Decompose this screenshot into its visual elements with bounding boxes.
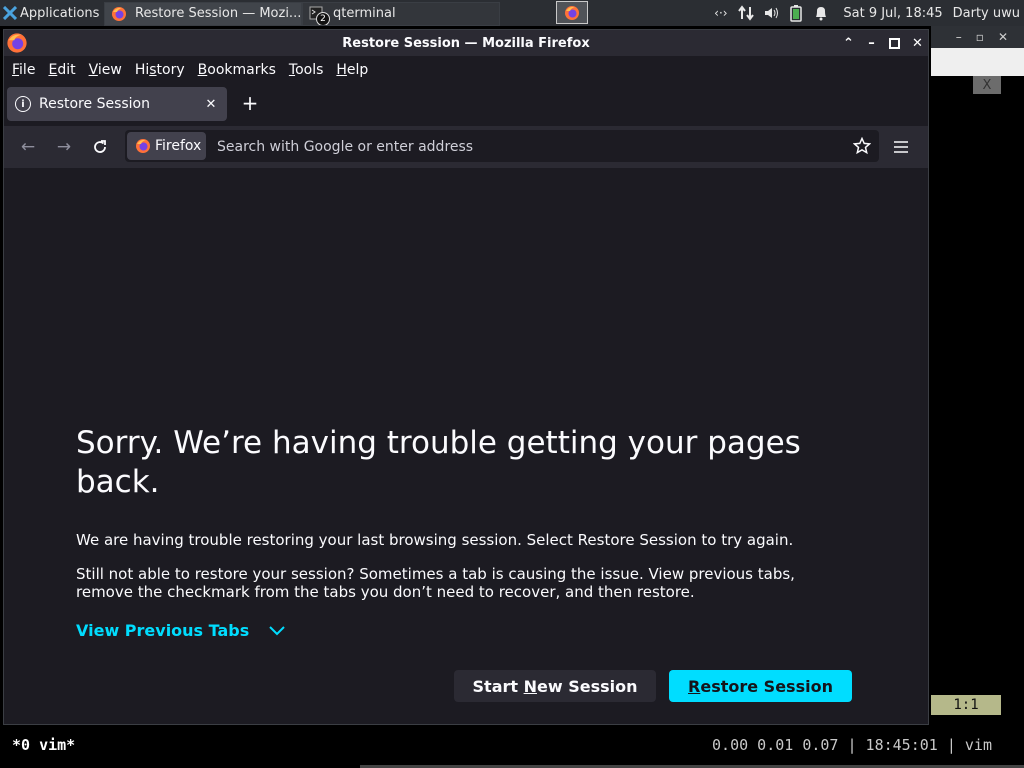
taskbar-badge: 2 — [316, 11, 330, 25]
info-icon: i — [15, 96, 31, 112]
menu-help-label: elp — [346, 61, 369, 78]
minimize-icon[interactable]: – — [956, 30, 962, 44]
menu-file-label: ile — [19, 61, 36, 78]
bell-icon[interactable] — [808, 0, 833, 26]
restore-session-button[interactable]: Restore Session — [669, 670, 852, 702]
menu-file[interactable]: File — [12, 62, 42, 78]
taskbar-qterminal-label: qterminal — [333, 6, 396, 21]
menu-bookmarks[interactable]: Bookmarks — [198, 62, 283, 78]
top-panel: Applications ⋮ Restore Session — Mozi...… — [0, 0, 1024, 26]
tmux-status-right: 0.00 0.01 0.07 | 18:45:01 | vim — [712, 736, 992, 754]
tab-strip: i Restore Session ✕ + — [4, 83, 928, 126]
description-paragraph: We are having trouble restoring your las… — [76, 531, 794, 549]
back-arrow-icon[interactable]: ← — [16, 135, 40, 159]
terminal-titlebar: – ▫ ✕ — [931, 26, 1024, 48]
firefox-icon — [564, 5, 580, 21]
menu-edit-mnemonic: E — [48, 61, 58, 78]
firefox-icon — [6, 32, 28, 54]
taskbar-qterminal[interactable]: 2 qterminal — [302, 1, 500, 26]
menu-edit[interactable]: Edit — [48, 62, 82, 78]
start-new-session-mnemonic: N — [523, 676, 537, 696]
start-new-session-label-pre: Start — [472, 676, 524, 696]
view-previous-tabs-label: View Previous Tabs — [76, 621, 250, 640]
url-bar: Firefox — [125, 130, 879, 164]
menu-help[interactable]: Help — [336, 62, 375, 78]
battery-icon[interactable] — [783, 0, 808, 26]
menu-file-mnemonic: F — [12, 61, 20, 78]
menu-view[interactable]: View — [89, 62, 129, 78]
url-input[interactable] — [215, 130, 819, 164]
panel-user[interactable]: Darty uwu — [953, 6, 1024, 21]
menu-bookmarks-mnemonic: B — [197, 61, 208, 78]
page-title: Sorry. We’re having trouble getting your… — [76, 425, 801, 500]
applications-label: Applications — [20, 5, 100, 21]
tmux-status-bar: *0 vim* 0.00 0.01 0.07 | 18:45:01 | vim — [0, 729, 1024, 768]
navigation-toolbar: ← → Firefox — [4, 126, 928, 168]
close-icon[interactable]: ✕ — [911, 36, 924, 51]
transfer-icon[interactable] — [733, 0, 758, 26]
menu-history[interactable]: History — [135, 62, 192, 78]
menu-tools-label: ools — [295, 61, 324, 78]
applications-menu[interactable]: Applications ⋮ — [0, 0, 104, 26]
menu-bar: File Edit View History Bookmarks Tools H… — [4, 56, 928, 83]
menu-help-mnemonic: H — [336, 61, 347, 78]
firefox-window: Restore Session — Mozilla Firefox ⌃ – ✕ … — [3, 29, 929, 725]
tmux-window-label[interactable]: *0 vim* — [12, 736, 75, 754]
network-icon[interactable]: ‹·› — [708, 0, 733, 26]
menu-bookmarks-label: ookmarks — [207, 61, 276, 78]
tab-restore-session[interactable]: i Restore Session ✕ — [7, 87, 227, 121]
terminal-close-tab-button[interactable]: X — [973, 76, 1001, 94]
start-new-session-button[interactable]: Start New Session — [454, 670, 656, 702]
view-previous-tabs-toggle[interactable]: View Previous Tabs — [76, 621, 285, 640]
forward-arrow-icon[interactable]: → — [52, 135, 76, 159]
page-content: Sorry. We’re having trouble getting your… — [4, 168, 928, 724]
tab-label: Restore Session — [39, 96, 150, 112]
panel-firefox-launcher[interactable] — [556, 1, 588, 24]
close-icon[interactable]: ✕ — [203, 96, 219, 112]
chevron-up-icon[interactable]: ⌃ — [842, 36, 855, 51]
menu-view-label: iew — [97, 61, 122, 78]
identity-label: Firefox — [155, 138, 202, 154]
window-title: Restore Session — Mozilla Firefox — [342, 35, 590, 51]
help-paragraph: Still not able to restore your session? … — [76, 565, 795, 601]
restore-session-mnemonic: R — [688, 676, 701, 696]
terminal-icon: 2 — [309, 6, 330, 25]
menu-history-label: tory — [156, 61, 185, 78]
window-titlebar[interactable]: Restore Session — Mozilla Firefox ⌃ – ✕ — [4, 30, 928, 56]
restore-session-label-post: estore Session — [700, 676, 833, 696]
menu-history-mnemonic: s — [149, 61, 157, 78]
start-new-session-label-post: ew Session — [536, 676, 638, 696]
menu-history-prefix: Hi — [134, 61, 150, 78]
maximize-icon[interactable]: ▫ — [976, 30, 984, 44]
xfce-logo-icon — [3, 6, 17, 20]
minimize-icon[interactable]: – — [865, 36, 878, 51]
taskbar-firefox[interactable]: Restore Session — Mozi... — [104, 1, 302, 26]
menu-edit-label: dit — [57, 61, 76, 78]
maximize-icon[interactable] — [888, 36, 901, 50]
plus-icon[interactable]: + — [240, 91, 260, 115]
menu-tools[interactable]: Tools — [289, 62, 331, 78]
firefox-icon — [135, 138, 151, 154]
menu-view-mnemonic: V — [88, 61, 98, 78]
close-icon[interactable]: ✕ — [998, 30, 1008, 44]
taskbar-firefox-label: Restore Session — Mozi... — [135, 6, 302, 21]
hamburger-menu-icon[interactable] — [889, 136, 913, 158]
identity-box[interactable]: Firefox — [127, 132, 206, 160]
volume-icon[interactable] — [758, 0, 783, 26]
terminal-tab-area — [931, 48, 1024, 76]
reload-icon[interactable] — [88, 135, 112, 159]
star-icon[interactable] — [851, 135, 873, 157]
chevron-down-icon — [269, 623, 285, 639]
panel-clock[interactable]: Sat 9 Jul, 18:45 — [833, 6, 952, 21]
terminal-window: – ▫ ✕ X 1:1 — [931, 26, 1024, 726]
firefox-icon — [111, 6, 127, 22]
vim-cursor-position: 1:1 — [931, 695, 1001, 715]
